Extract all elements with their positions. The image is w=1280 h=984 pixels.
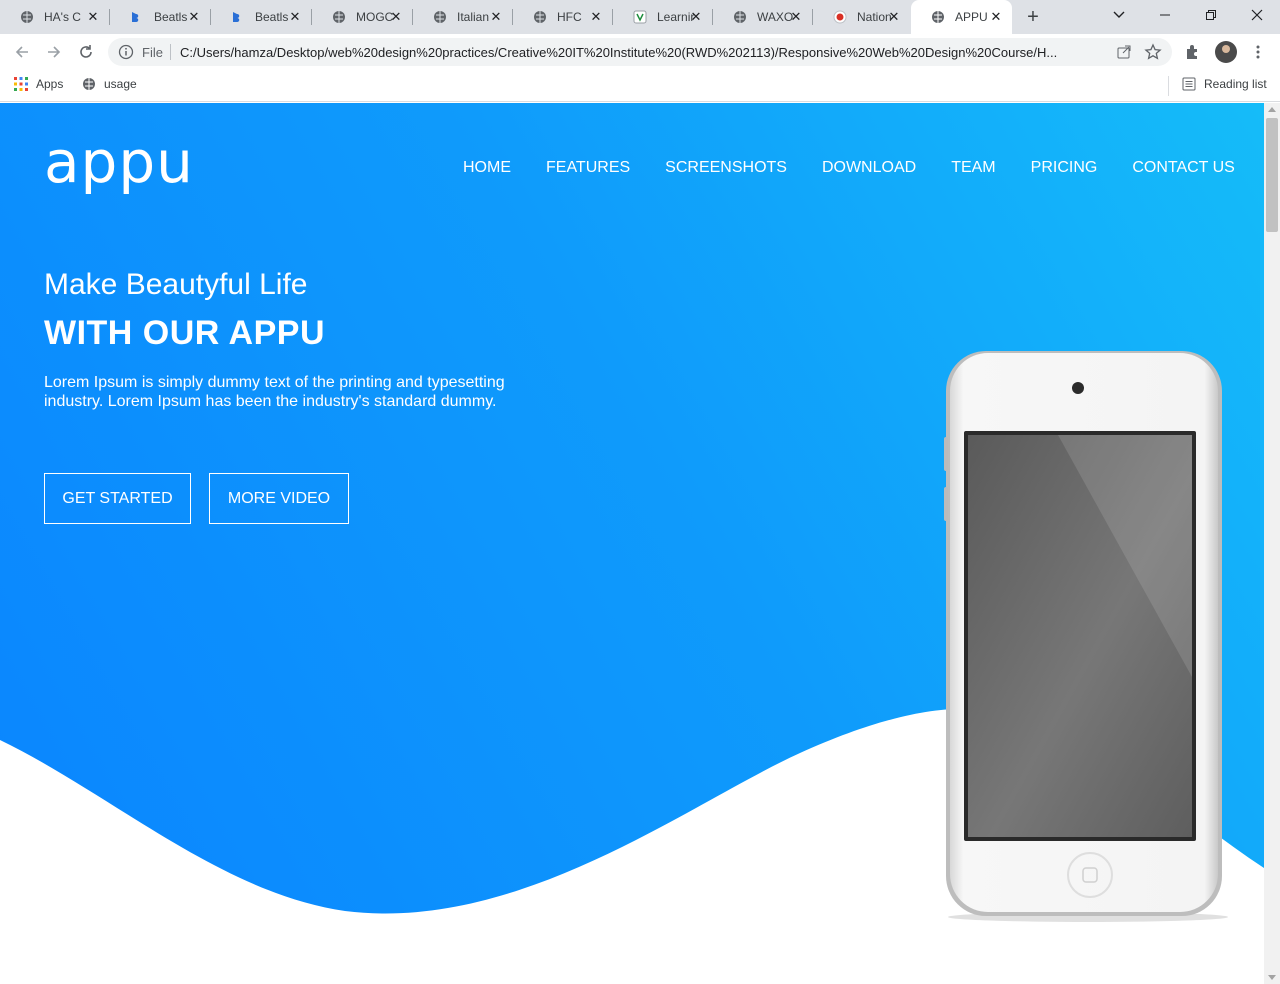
close-tab-icon[interactable]: ✕: [886, 9, 902, 25]
red-dot-icon: [833, 10, 847, 24]
close-window-icon[interactable]: [1234, 0, 1280, 30]
reading-list-button[interactable]: Reading list: [1182, 77, 1267, 91]
globe-icon: [333, 11, 345, 23]
apps-grid-icon: [14, 77, 28, 91]
close-tab-icon[interactable]: ✕: [588, 9, 604, 25]
hero-subtitle: Make Beautyful Life: [44, 268, 308, 301]
hero-description: Lorem Ipsum is simply dummy text of the …: [44, 374, 505, 410]
bookmarks-bar: Apps usage Reading list: [0, 70, 1280, 102]
info-icon[interactable]: [118, 44, 134, 60]
share-icon[interactable]: [1116, 44, 1132, 60]
browser-tab[interactable]: WAXO ✕: [713, 0, 812, 34]
globe-icon: [434, 11, 446, 23]
learning-icon: [633, 10, 647, 24]
nav-home[interactable]: HOME: [463, 159, 511, 179]
page-viewport: appu HOME FEATURES SCREENSHOTS DOWNLOAD …: [0, 103, 1264, 984]
browser-tab[interactable]: Beatls ✕: [110, 0, 210, 34]
bookmark-apps[interactable]: Apps: [14, 77, 63, 91]
browser-tab[interactable]: HFC ✕: [513, 0, 612, 34]
globe-icon: [21, 11, 33, 23]
browser-tab-strip: HA's C ✕ Beatls ✕ Beatls ✕ MOGC ✕ Italia…: [0, 0, 1280, 34]
browser-tab[interactable]: MOGC ✕: [312, 0, 412, 34]
nav-features[interactable]: FEATURES: [546, 159, 630, 179]
browser-toolbar: File C:/Users/hamza/Desktop/web%20design…: [0, 34, 1280, 70]
browser-tab[interactable]: Nation ✕: [813, 0, 910, 34]
phone-mockup-image: [944, 351, 1228, 922]
more-menu-icon[interactable]: [1250, 44, 1266, 60]
url-text[interactable]: C:/Users/hamza/Desktop/web%20design%20pr…: [180, 45, 1110, 60]
scheme-label: File: [142, 45, 163, 60]
browser-tab-title: HA's C: [44, 10, 81, 24]
close-tab-icon[interactable]: ✕: [388, 9, 404, 25]
restore-icon[interactable]: [1188, 0, 1234, 30]
globe-icon: [534, 11, 546, 23]
browser-tab[interactable]: Italian ✕: [413, 0, 512, 34]
scroll-up-arrow-icon[interactable]: [1268, 107, 1276, 112]
nav-contact-us[interactable]: CONTACT US: [1132, 159, 1235, 179]
bookmark-label: Apps: [36, 77, 64, 91]
close-tab-icon[interactable]: ✕: [186, 9, 202, 25]
back-arrow-icon[interactable]: [10, 40, 34, 64]
browser-tab[interactable]: HA's C ✕: [0, 0, 109, 34]
close-tab-icon[interactable]: ✕: [988, 9, 1004, 25]
minimize-icon[interactable]: [1142, 0, 1188, 30]
address-divider: [170, 44, 171, 60]
beatls-icon: [233, 12, 240, 22]
nav-screenshots[interactable]: SCREENSHOTS: [665, 159, 787, 179]
nav-team[interactable]: TEAM: [951, 159, 995, 179]
bookmark-usage[interactable]: usage: [82, 77, 137, 91]
scroll-down-arrow-icon[interactable]: [1268, 975, 1276, 980]
reload-icon[interactable]: [74, 40, 98, 64]
site-logo[interactable]: appu: [44, 133, 218, 195]
hero-section: appu HOME FEATURES SCREENSHOTS DOWNLOAD …: [0, 103, 1264, 984]
forward-arrow-icon[interactable]: [42, 40, 66, 64]
scrollbar-thumb[interactable]: [1266, 118, 1278, 232]
browser-tab[interactable]: Beatls ✕: [211, 0, 311, 34]
globe-icon: [932, 11, 944, 23]
beatls-icon: [132, 12, 139, 22]
nav-pricing[interactable]: PRICING: [1031, 159, 1098, 179]
main-navigation: HOME FEATURES SCREENSHOTS DOWNLOAD TEAM …: [463, 159, 1235, 179]
page-scrollbar[interactable]: [1264, 103, 1280, 984]
bookmark-star-icon[interactable]: [1144, 43, 1162, 61]
close-tab-icon[interactable]: ✕: [287, 9, 303, 25]
logo-text: appu: [44, 128, 194, 196]
bookmark-label: usage: [104, 77, 137, 91]
close-tab-icon[interactable]: ✕: [85, 9, 101, 25]
profile-avatar[interactable]: [1215, 41, 1237, 63]
close-tab-icon[interactable]: ✕: [788, 9, 804, 25]
browser-tab[interactable]: Learnir ✕: [613, 0, 712, 34]
browser-tab-active[interactable]: APPU ✕: [911, 0, 1012, 34]
bookmarks-separator: [1168, 76, 1169, 96]
close-tab-icon[interactable]: ✕: [488, 9, 504, 25]
tab-search-chevron-icon[interactable]: [1096, 0, 1142, 30]
reading-list-label: Reading list: [1204, 77, 1267, 91]
hero-title: WITH OUR APPU: [44, 314, 326, 352]
nav-download[interactable]: DOWNLOAD: [822, 159, 916, 179]
new-tab-plus-icon[interactable]: +: [1022, 6, 1044, 28]
globe-icon: [734, 11, 746, 23]
extensions-puzzle-icon[interactable]: [1184, 44, 1200, 60]
close-tab-icon[interactable]: ✕: [688, 9, 704, 25]
globe-icon: [83, 78, 95, 90]
reading-list-icon: [1182, 77, 1196, 91]
more-video-button[interactable]: MORE VIDEO: [209, 473, 349, 524]
get-started-button[interactable]: GET STARTED: [44, 473, 191, 524]
address-bar[interactable]: File C:/Users/hamza/Desktop/web%20design…: [108, 38, 1172, 66]
